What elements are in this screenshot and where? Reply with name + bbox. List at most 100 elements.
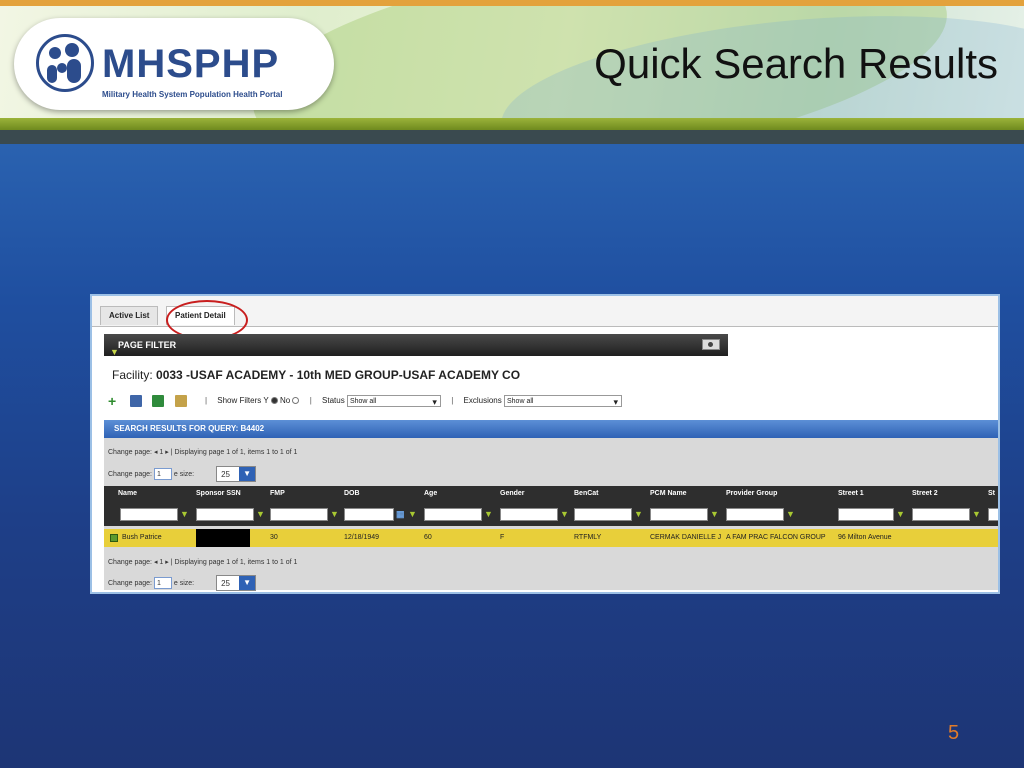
- print-icon[interactable]: [174, 394, 187, 407]
- pager-bottom-size: Change page: 1 e size: 25 ▼: [108, 575, 257, 591]
- mhsphp-logo: MHSPHP Military Health System Population…: [14, 18, 334, 110]
- change-page-label: Change page:: [108, 470, 152, 478]
- app-screenshot: Active List Patient Detail ▼ PAGE FILTER…: [90, 294, 1000, 594]
- filter-input-provider[interactable]: [726, 508, 784, 521]
- filter-icon[interactable]: ▼: [330, 509, 339, 519]
- show-filters-yes-radio[interactable]: [270, 397, 278, 405]
- filter-icon[interactable]: ▼: [972, 509, 981, 519]
- filter-input-fmp[interactable]: [270, 508, 328, 521]
- show-filters-no-label: No: [280, 396, 291, 405]
- filter-input-street2[interactable]: [912, 508, 970, 521]
- excel-export-icon[interactable]: [152, 394, 165, 407]
- col-gender[interactable]: Gender: [500, 490, 525, 497]
- show-filters-no-radio[interactable]: [292, 397, 300, 405]
- page-input[interactable]: 1: [153, 577, 172, 589]
- page-filter-label: PAGE FILTER: [118, 340, 177, 350]
- filter-input-age[interactable]: [424, 508, 482, 521]
- exclusions-label: Exclusions: [463, 396, 502, 405]
- filter-input-ssn[interactable]: [196, 508, 254, 521]
- page-filter-bar[interactable]: ▼ PAGE FILTER: [104, 334, 728, 357]
- filter-icon[interactable]: ▼: [484, 509, 493, 519]
- filter-input-bencat[interactable]: [574, 508, 632, 521]
- camera-icon[interactable]: [702, 339, 720, 350]
- filter-icon[interactable]: ▼: [786, 509, 795, 519]
- expand-row-icon[interactable]: [110, 534, 118, 542]
- status-label: Status: [322, 396, 345, 405]
- facility-value: 0033 -USAF ACADEMY - 10th MED GROUP-USAF…: [156, 368, 521, 382]
- add-icon[interactable]: +: [108, 394, 120, 408]
- cell-age: 60: [424, 534, 432, 541]
- toolbar-separator: |: [204, 396, 208, 405]
- filter-icon[interactable]: ▼: [408, 509, 417, 519]
- filter-input-pcm[interactable]: [650, 508, 708, 521]
- show-filters-label: Show Filters: [217, 396, 262, 405]
- show-filters-yes-label: Y: [263, 396, 269, 405]
- col-sponsor-ssn[interactable]: Sponsor SSN: [196, 490, 241, 497]
- pager-top-size: Change page: 1 e size: 25 ▼: [108, 466, 257, 482]
- chevron-down-icon: ▼: [239, 467, 256, 481]
- filter-icon[interactable]: ▼: [896, 509, 905, 519]
- filter-icon[interactable]: ▼: [560, 509, 569, 519]
- pager-top-nav: Change page: ◂ 1 ▸ | Displaying page 1 o…: [108, 448, 297, 456]
- col-age[interactable]: Age: [424, 490, 437, 497]
- calendar-icon[interactable]: ▦: [396, 509, 405, 519]
- cell-pcm-name: CERMAK DANIELLE J: [650, 534, 722, 541]
- logo-subtitle: Military Health System Population Health…: [102, 90, 283, 99]
- page-size-select[interactable]: 25 ▼: [216, 575, 257, 591]
- filter-input-street1[interactable]: [838, 508, 894, 521]
- page-nav[interactable]: ◂ 1 ▸ | Displaying page 1 of 1, items 1 …: [154, 559, 297, 566]
- search-results-header: SEARCH RESULTS FOR QUERY: B4402: [104, 420, 998, 438]
- page-size-select[interactable]: 25 ▼: [216, 466, 257, 482]
- cell-fmp: 30: [270, 534, 278, 541]
- slide-title: Quick Search Results: [594, 40, 998, 87]
- top-accent-line: [0, 0, 1024, 6]
- change-page-label: Change page:: [108, 559, 152, 566]
- col-bencat[interactable]: BenCat: [574, 490, 599, 497]
- pager-bottom-nav: Change page: ◂ 1 ▸ | Displaying page 1 o…: [108, 558, 297, 566]
- table-row[interactable]: Bush Patrice 30 12/18/1949 60 F RTFMLY C…: [104, 529, 998, 547]
- cell-bencat: RTFMLY: [574, 534, 602, 541]
- filter-icon[interactable]: ▼: [710, 509, 719, 519]
- change-page-label: Change page:: [108, 579, 152, 587]
- col-pcm-name[interactable]: PCM Name: [650, 490, 687, 497]
- cell-name[interactable]: Bush Patrice: [122, 529, 162, 547]
- olive-divider: [0, 118, 1024, 130]
- col-name[interactable]: Name: [118, 490, 137, 497]
- filter-input-dob[interactable]: [344, 508, 394, 521]
- page-size-label: e size:: [173, 470, 195, 478]
- col-street2[interactable]: Street 2: [912, 490, 938, 497]
- redacted-ssn: [196, 529, 250, 547]
- tab-active-list[interactable]: Active List: [100, 306, 159, 325]
- page-size-value: 25: [221, 579, 230, 588]
- change-page-label: Change page:: [108, 449, 152, 456]
- col-state[interactable]: St: [988, 490, 995, 497]
- filter-icon[interactable]: ▼: [256, 509, 265, 519]
- page-nav[interactable]: ◂ 1 ▸ | Displaying page 1 of 1, items 1 …: [154, 449, 297, 456]
- filter-input-state[interactable]: [988, 508, 998, 521]
- cell-street1: 96 Milton Avenue: [838, 534, 892, 541]
- table-header: Name Sponsor SSN FMP DOB Age Gender BenC…: [104, 486, 998, 526]
- toolbar-separator: |: [309, 396, 312, 405]
- toolbar-separator: |: [451, 396, 454, 405]
- col-street1[interactable]: Street 1: [838, 490, 864, 497]
- page-number: 5: [948, 722, 960, 744]
- chevron-down-icon: ▼: [239, 576, 256, 590]
- save-icon[interactable]: [130, 394, 143, 407]
- page-size-label: e size:: [173, 579, 195, 587]
- col-dob[interactable]: DOB: [344, 490, 360, 497]
- cell-dob: 12/18/1949: [344, 534, 380, 541]
- facility-line: Facility: 0033 -USAF ACADEMY - 10th MED …: [112, 368, 520, 382]
- page-size-value: 25: [221, 470, 230, 479]
- filter-input-gender[interactable]: [500, 508, 558, 521]
- filter-icon[interactable]: ▼: [180, 509, 189, 519]
- cell-gender: F: [500, 534, 505, 541]
- col-fmp[interactable]: FMP: [270, 490, 285, 497]
- cell-provider-group: A FAM PRAC FALCON GROUP: [726, 534, 826, 541]
- page-input[interactable]: 1: [153, 468, 172, 480]
- exclusions-select[interactable]: Show all: [503, 394, 622, 408]
- filter-icon[interactable]: ▼: [634, 509, 643, 519]
- logo-text: MHSPHP: [102, 42, 280, 86]
- filter-input-name[interactable]: [120, 508, 178, 521]
- col-provider-group[interactable]: Provider Group: [726, 490, 777, 497]
- status-select[interactable]: Show all: [346, 394, 441, 408]
